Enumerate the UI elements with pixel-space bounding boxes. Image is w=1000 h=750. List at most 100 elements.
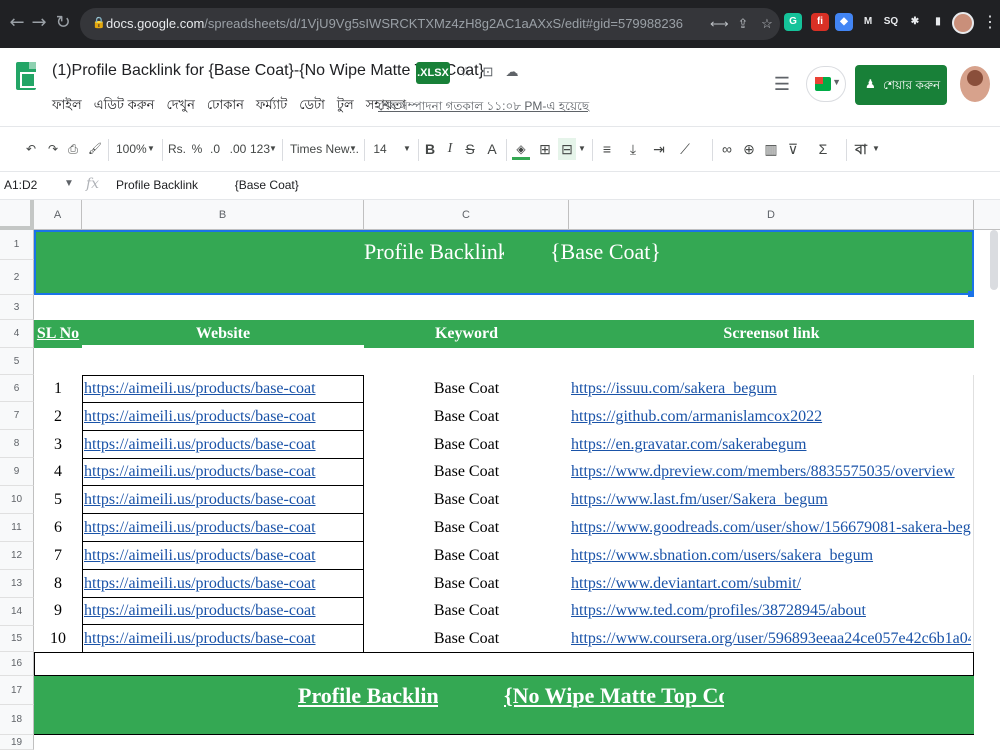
insert-comment-icon[interactable]: ⊕ [740,138,758,160]
vertical-align-icon[interactable]: ⤓ [624,138,642,160]
insert-chart-icon[interactable]: ▥ [762,138,780,160]
share-icon[interactable]: ⇪ [734,15,752,33]
row-header[interactable]: 2 [0,260,34,295]
vertical-scrollbar[interactable] [990,230,998,290]
website-link[interactable]: https://aimeili.us/products/base-coat [84,486,364,513]
more-formats-button[interactable]: 123 [250,138,270,160]
redo-icon[interactable]: ↷ [44,138,62,160]
website-link[interactable]: https://aimeili.us/products/base-coat [84,458,364,485]
gmail-extension-icon[interactable]: M [859,13,877,31]
screenshot-link[interactable]: https://github.com/armanislamcox2022 [571,403,971,430]
website-link[interactable]: https://aimeili.us/products/base-coat [84,570,364,597]
row-header[interactable]: 10 [0,486,34,514]
screenshot-link[interactable]: https://www.ted.com/profiles/38728945/ab… [571,597,971,624]
undo-icon[interactable]: ↶ [22,138,40,160]
menu-item[interactable]: ঢোকান [207,96,244,116]
website-link[interactable]: https://aimeili.us/products/base-coat [84,403,364,430]
screenshot-link[interactable]: https://issuu.com/sakera_begum [571,375,971,402]
input-tools-button[interactable]: বা [852,138,870,160]
merge-cells-icon[interactable]: ⊟ [558,138,576,160]
row-header[interactable]: 19 [0,735,34,750]
bold-button[interactable]: B [422,138,438,160]
profile-avatar[interactable] [952,12,974,34]
horizontal-align-icon[interactable]: ≡ [598,138,616,160]
currency-button[interactable]: Rs. [166,138,188,160]
row-header[interactable]: 16 [0,652,34,676]
formula-input[interactable]: Profile Backlink {Base Coat} [116,178,299,192]
sheets-logo-icon[interactable] [16,62,36,90]
move-folder-icon[interactable]: ⊡ [480,64,496,80]
address-bar[interactable]: 🔒 docs.google.com/spreadsheets/d/1VjU9Vg… [80,8,780,40]
screenshot-link[interactable]: https://www.goodreads.com/user/show/1566… [571,514,971,541]
column-header[interactable]: C [364,200,569,230]
screenshot-link[interactable]: https://www.dpreview.com/members/8835575… [571,458,971,485]
row-header[interactable]: 6 [0,375,34,402]
filter-icon[interactable]: ⊽ [784,138,802,160]
comments-icon[interactable]: ☰ [770,72,794,96]
website-link[interactable]: https://aimeili.us/products/base-coat [84,375,364,402]
meet-button[interactable]: ▼ [806,66,846,102]
back-icon[interactable]: ← [6,12,28,34]
column-header[interactable]: B [82,200,364,230]
decrease-decimal-button[interactable]: .0 [206,138,224,160]
website-link[interactable]: https://aimeili.us/products/base-coat [84,431,364,458]
percent-button[interactable]: % [190,138,204,160]
sidepanel-icon[interactable]: ▮ [929,13,947,31]
row-header[interactable]: 13 [0,570,34,598]
row-header[interactable]: 9 [0,458,34,486]
font-family-select[interactable]: Times New... [290,138,359,160]
paint-format-icon[interactable]: 🖌 [86,138,104,160]
fill-color-icon[interactable]: ◈ [512,138,530,160]
row-header[interactable]: 7 [0,402,34,430]
name-box[interactable]: A1:D2 [4,178,37,192]
row-header[interactable]: 5 [0,348,34,375]
forward-icon[interactable]: → [28,12,50,34]
banner-base-coat[interactable] [34,230,974,295]
menu-item[interactable]: এডিট করুন [94,96,155,116]
shield-extension-icon[interactable]: ◆ [835,13,853,31]
website-link[interactable]: https://aimeili.us/products/base-coat [84,597,364,624]
row-header[interactable]: 12 [0,542,34,570]
text-wrap-icon[interactable]: ⇥ [650,138,668,160]
row-header[interactable]: 17 [0,676,34,705]
website-link[interactable]: https://aimeili.us/products/base-coat [84,542,364,569]
strikethrough-button[interactable]: S [462,138,478,160]
bookmark-star-icon[interactable]: ☆ [758,15,776,33]
row-header[interactable]: 8 [0,430,34,458]
functions-icon[interactable]: Σ [814,138,832,160]
screenshot-link[interactable]: https://www.last.fm/user/Sakera_begum [571,486,971,513]
fi-extension-icon[interactable]: fi [811,13,829,31]
screenshot-link[interactable]: https://www.coursera.org/user/596893eeaa… [571,625,971,652]
translate-icon[interactable]: ⟷ [710,15,729,33]
italic-button[interactable]: I [442,138,458,160]
header-divider[interactable] [82,345,364,348]
menu-item[interactable]: দেখুন [166,96,194,116]
website-link[interactable]: https://aimeili.us/products/base-coat [84,514,364,541]
grammarly-extension-icon[interactable]: G [784,13,802,31]
browser-menu-icon[interactable]: ⋮ [982,12,998,34]
menu-item[interactable]: ডেটা [299,96,325,116]
print-icon[interactable]: ⎙ [64,138,82,160]
borders-icon[interactable]: ⊞ [536,138,554,160]
row-header[interactable]: 15 [0,626,34,652]
menu-item[interactable]: ফর্ম্যাট [256,96,287,116]
screenshot-link[interactable]: https://en.gravatar.com/sakerabegum [571,431,971,458]
reload-icon[interactable]: ↻ [52,12,74,34]
account-avatar[interactable] [960,66,990,102]
website-link[interactable]: https://aimeili.us/products/base-coat [84,625,364,652]
row-header[interactable]: 4 [0,320,34,348]
zoom-select[interactable]: 100% [116,138,147,160]
seo-extension-icon[interactable]: SQ [882,13,900,31]
font-size-select[interactable]: 14 [372,138,388,160]
row-header[interactable]: 3 [0,295,34,320]
text-rotation-icon[interactable]: ⟋ [676,138,694,160]
insert-link-icon[interactable]: ∞ [718,138,736,160]
cloud-status-icon[interactable]: ☁ [504,64,520,80]
row-header[interactable]: 11 [0,514,34,542]
row-header[interactable]: 18 [0,705,34,735]
row-header[interactable]: 1 [0,230,34,260]
select-all-corner[interactable] [0,200,34,230]
screenshot-link[interactable]: https://www.sbnation.com/users/sakera_be… [571,542,971,569]
puzzle-extensions-icon[interactable]: ✱ [906,13,924,31]
text-color-button[interactable]: A [484,138,500,160]
